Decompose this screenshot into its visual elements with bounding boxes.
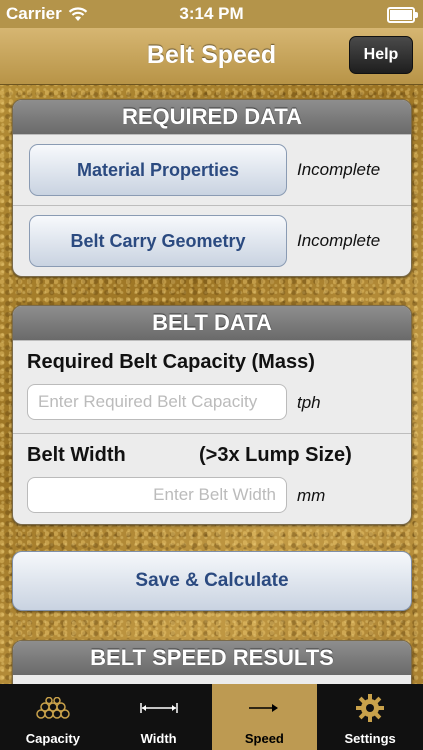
material-properties-row: Material Properties Incomplete bbox=[13, 134, 411, 205]
belt-data-header: BELT DATA bbox=[13, 306, 411, 340]
capacity-input[interactable]: Enter Required Belt Capacity bbox=[27, 384, 287, 420]
tab-settings-label: Settings bbox=[344, 731, 396, 746]
right-arrow-icon bbox=[249, 704, 279, 712]
tab-bar: Capacity Width Speed Settings bbox=[0, 684, 423, 750]
required-data-panel: REQUIRED DATA Material Properties Incomp… bbox=[12, 99, 412, 277]
belt-carry-geometry-button[interactable]: Belt Carry Geometry bbox=[29, 215, 287, 267]
belt-width-label: Belt Width bbox=[27, 444, 126, 466]
tab-speed-label: Speed bbox=[244, 731, 284, 746]
belt-carry-geometry-row: Belt Carry Geometry Incomplete bbox=[13, 205, 411, 276]
tab-width-label: Width bbox=[140, 731, 177, 746]
tab-capacity-label: Capacity bbox=[25, 731, 80, 746]
belt-width-input[interactable]: Enter Belt Width bbox=[27, 477, 287, 513]
width-row: Belt Width (>3x Lump Size) Enter Belt Wi… bbox=[13, 433, 411, 524]
help-button[interactable]: Help bbox=[349, 36, 413, 74]
tab-settings[interactable]: Settings bbox=[317, 684, 423, 750]
stacked-pipes-icon bbox=[36, 697, 70, 719]
battery-icon bbox=[387, 7, 418, 23]
status-time: 3:14 PM bbox=[179, 4, 244, 23]
navigation-bar: Belt Speed Help bbox=[0, 28, 423, 85]
belt-width-unit: mm bbox=[297, 486, 326, 505]
material-properties-status: Incomplete bbox=[297, 160, 381, 179]
capacity-label: Required Belt Capacity (Mass) bbox=[27, 351, 315, 373]
required-data-header: REQUIRED DATA bbox=[13, 100, 411, 134]
tab-speed[interactable]: Speed bbox=[211, 684, 318, 750]
status-bar: Carrier 3:14 PM bbox=[0, 0, 423, 28]
belt-width-hint: (>3x Lump Size) bbox=[199, 444, 352, 466]
tab-width[interactable]: Width bbox=[106, 684, 212, 750]
width-arrows-icon bbox=[139, 703, 178, 713]
belt-carry-geometry-status: Incomplete bbox=[297, 231, 381, 250]
results-header: BELT SPEED RESULTS bbox=[13, 641, 411, 675]
gear-icon bbox=[356, 694, 385, 722]
tab-capacity[interactable]: Capacity bbox=[0, 684, 106, 750]
capacity-unit: tph bbox=[297, 393, 321, 412]
capacity-row: Required Belt Capacity (Mass) Enter Requ… bbox=[13, 340, 411, 433]
belt-data-panel: BELT DATA Required Belt Capacity (Mass) … bbox=[12, 305, 412, 525]
material-properties-button[interactable]: Material Properties bbox=[29, 144, 287, 196]
save-calculate-button[interactable]: Save & Calculate bbox=[12, 551, 412, 611]
